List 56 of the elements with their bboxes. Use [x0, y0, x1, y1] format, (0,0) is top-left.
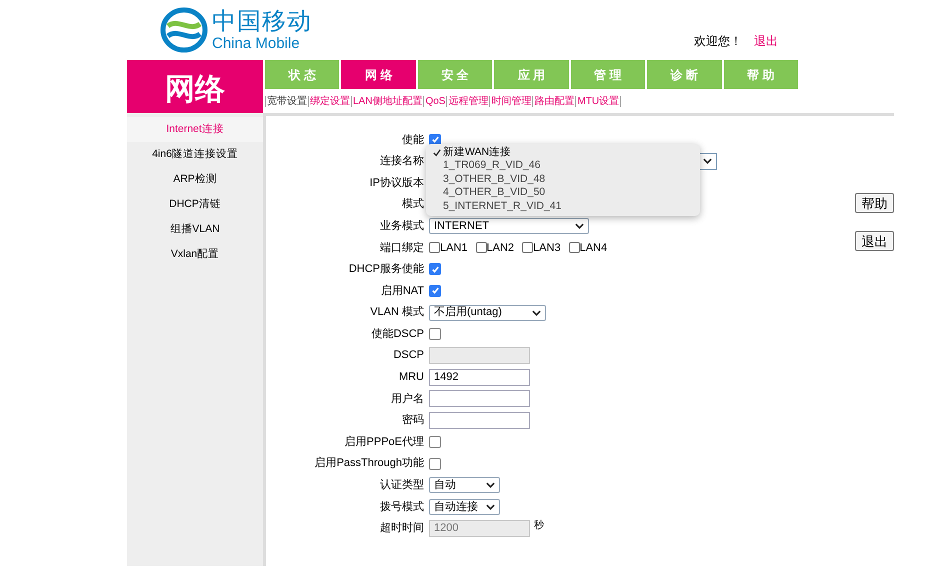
port-checkbox[interactable]: LAN3: [522, 240, 561, 256]
subnav-link[interactable]: 远程管理: [446, 96, 490, 106]
field-label: 启用PPPoE代理: [344, 434, 425, 450]
subnav-link[interactable]: 宽带设置: [265, 96, 308, 106]
dropdown-select[interactable]: 自动: [429, 477, 500, 494]
logo-title: 中国移动: [212, 10, 312, 34]
menu-item[interactable]: 1_TR069_R_VID_46: [426, 160, 700, 173]
field-label: 拨号模式: [379, 500, 425, 515]
field-label: 用户名: [390, 392, 425, 407]
subnav-link[interactable]: MTU设置: [575, 96, 620, 106]
field-label: 密码: [401, 412, 425, 428]
sidebar-item[interactable]: Internet连接: [127, 117, 263, 142]
field-label: 业务模式: [379, 218, 425, 234]
sidebar-item[interactable]: 4in6隧道连接设置: [127, 142, 263, 167]
dropdown-select[interactable]: 自动连接: [429, 498, 500, 515]
field-label: VLAN 模式: [369, 305, 425, 320]
sidebar-item[interactable]: 组播VLAN: [127, 217, 263, 242]
menu-item[interactable]: 5_INTERNET_R_VID_41: [426, 200, 700, 214]
menu-item[interactable]: 4_OTHER_B_VID_50: [426, 186, 700, 200]
sidebar-item[interactable]: ARP检测: [127, 167, 263, 192]
dropdown-select[interactable]: INTERNET: [429, 218, 589, 234]
action-button[interactable]: 帮助: [855, 193, 894, 213]
field-label: 启用PassThrough功能: [314, 456, 425, 472]
action-button[interactable]: 退出: [855, 231, 894, 251]
subnav-link[interactable]: 绑定设置: [308, 96, 351, 106]
logout-link[interactable]: 退出: [754, 32, 778, 50]
field-label: 使能: [401, 132, 425, 148]
field-label: 认证类型: [379, 478, 425, 494]
port-checkbox[interactable]: LAN2: [476, 240, 514, 256]
subnav-link[interactable]: LAN侧地址配置: [351, 96, 424, 106]
sidebar-item[interactable]: DHCP清链: [127, 192, 263, 217]
sidebar-item[interactable]: Vxlan配置: [127, 242, 263, 267]
menu-item[interactable]: 新建WAN连接: [426, 146, 700, 160]
field-label: 使能DSCP: [370, 326, 425, 342]
field-label: 启用NAT: [380, 284, 425, 299]
unit-label: 秒: [534, 518, 544, 533]
field-label: DSCP: [392, 348, 425, 364]
field-label: 端口绑定: [379, 240, 425, 256]
logo-subtitle: China Mobile: [212, 36, 301, 50]
field-label: DHCP服务使能: [348, 262, 425, 278]
field-label: IP协议版本: [368, 176, 425, 191]
field-label: 模式: [401, 197, 425, 212]
subnav-link[interactable]: 时间管理: [489, 96, 532, 106]
subnav-link[interactable]: QoS: [423, 96, 446, 106]
field-label: 连接名称: [379, 154, 425, 170]
input-field[interactable]: 1492: [429, 368, 530, 386]
port-checkbox[interactable]: LAN4: [568, 240, 608, 256]
subnav-link[interactable]: 路由配置: [532, 96, 576, 106]
welcome-text: 欢迎您！: [694, 33, 742, 50]
field-label: 超时时间: [379, 521, 425, 536]
nav-tab[interactable]: 网 络: [341, 60, 416, 89]
section-title: 网络: [127, 60, 263, 113]
port-checkbox[interactable]: LAN1: [429, 240, 468, 256]
menu-item[interactable]: 3_OTHER_B_VID_48: [426, 173, 700, 186]
dropdown-select[interactable]: 不启用(untag): [429, 304, 546, 321]
field-label: MRU: [398, 370, 425, 386]
